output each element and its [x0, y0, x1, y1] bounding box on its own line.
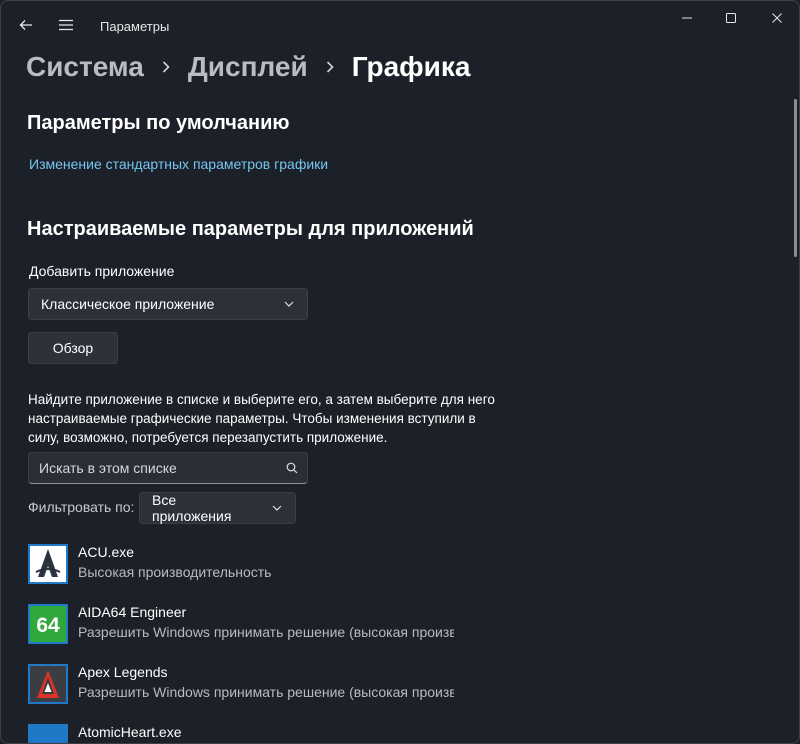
apex-legends-icon [28, 664, 68, 704]
app-type-selected: Классическое приложение [41, 296, 215, 312]
settings-window: Параметры Система Дисплей Графика Параме… [0, 0, 800, 744]
breadcrumb-item-system[interactable]: Система [26, 51, 144, 83]
instructions-text: Найдите приложение в списке и выберите е… [28, 392, 495, 445]
close-icon [772, 13, 782, 23]
search-icon[interactable] [277, 462, 307, 474]
chevron-down-icon [259, 505, 295, 511]
aida64-icon: 64 [28, 604, 68, 644]
app-name: AtomicHeart.exe [78, 724, 182, 740]
filter-label: Фильтровать по: [28, 499, 135, 515]
app-list-item[interactable]: 64 AIDA64 Engineer Разрешить Windows при… [28, 602, 488, 646]
app-type-dropdown[interactable]: Классическое приложение [28, 288, 308, 320]
close-button[interactable] [754, 1, 799, 35]
app-list-item[interactable]: AtomicHeart.exe [28, 722, 488, 743]
app-status: Разрешить Windows принимать решение (выс… [78, 624, 454, 640]
app-status: Разрешить Windows принимать решение (выс… [78, 684, 454, 700]
app-name: ACU.exe [78, 544, 135, 560]
svg-text:64: 64 [36, 614, 60, 637]
add-app-label: Добавить приложение [29, 263, 175, 279]
default-app-icon [28, 724, 68, 743]
chevron-right-icon [308, 47, 352, 87]
breadcrumb-current-graphics: Графика [351, 51, 471, 82]
window-title: Параметры [100, 19, 170, 34]
search-box[interactable] [28, 452, 308, 484]
back-button[interactable] [10, 9, 42, 41]
scrollbar[interactable] [794, 99, 797, 257]
assassins-creed-icon [28, 544, 68, 584]
filter-dropdown[interactable]: Все приложения [139, 492, 296, 524]
change-default-graphics-link[interactable]: Изменение стандартных параметров графики [29, 156, 328, 172]
back-arrow-icon [19, 20, 32, 30]
breadcrumb-item-display[interactable]: Дисплей [188, 51, 308, 83]
title-bar: Параметры [1, 1, 799, 49]
hamburger-icon [59, 19, 73, 31]
app-status: Высокая производительность [78, 564, 272, 580]
navigation-menu-button[interactable] [50, 9, 82, 41]
minimize-icon [682, 17, 692, 19]
defaults-heading: Параметры по умолчанию [27, 112, 290, 134]
maximize-button[interactable] [708, 1, 754, 35]
app-list-item[interactable]: ACU.exe Высокая производительность [28, 542, 488, 586]
chevron-down-icon [271, 301, 307, 307]
chevron-right-icon [144, 47, 188, 87]
browse-button[interactable]: Обзор [28, 332, 118, 364]
app-list-item[interactable]: Apex Legends Разрешить Windows принимать… [28, 662, 488, 706]
app-name: AIDA64 Engineer [78, 604, 187, 620]
minimize-button[interactable] [664, 1, 710, 35]
app-name: Apex Legends [78, 664, 168, 680]
maximize-icon [726, 13, 736, 23]
search-input[interactable] [29, 453, 277, 483]
custom-apps-heading: Настраиваемые параметры для приложений [27, 218, 474, 240]
breadcrumb: Система Дисплей Графика [26, 47, 470, 87]
filter-selected: Все приложения [152, 492, 232, 524]
